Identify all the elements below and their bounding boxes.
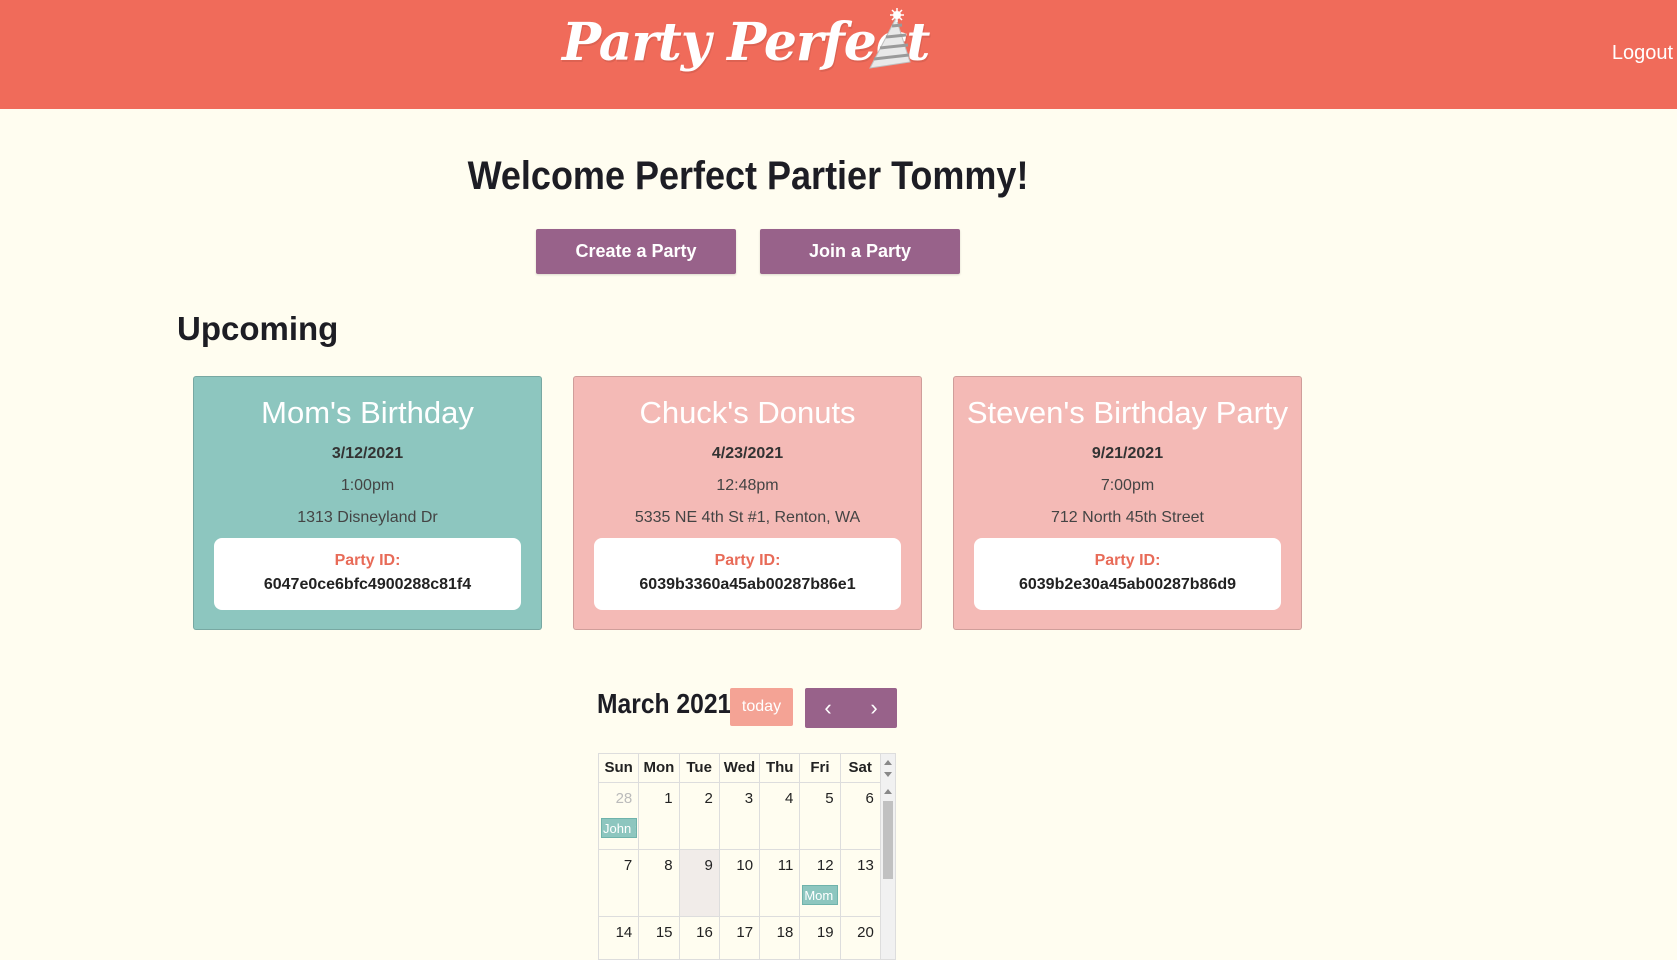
party-id-box: Party ID: 6047e0ce6bfc4900288c81f4 bbox=[214, 538, 521, 610]
chevron-right-icon: › bbox=[870, 695, 878, 720]
party-id-box: Party ID: 6039b3360a45ab00287b86e1 bbox=[594, 538, 901, 610]
party-id-value: 6039b2e30a45ab00287b86d9 bbox=[1018, 576, 1237, 593]
weekday-label: Sun bbox=[599, 754, 640, 782]
weekday-label: Sat bbox=[841, 754, 881, 782]
calendar-day[interactable]: 3 bbox=[720, 783, 761, 849]
calendar-day[interactable]: 8 bbox=[639, 850, 680, 916]
party-date: 4/23/2021 bbox=[711, 445, 784, 462]
scroll-down-icon[interactable] bbox=[884, 772, 892, 777]
logout-link[interactable]: Logout bbox=[1612, 42, 1673, 65]
calendar-title: March 2021 bbox=[597, 688, 732, 719]
calendar-event[interactable]: Mom bbox=[802, 885, 839, 905]
party-id-value: 6047e0ce6bfc4900288c81f4 bbox=[263, 576, 472, 593]
calendar-week: 14 15 16 17 18 19 20 bbox=[599, 917, 881, 959]
calendar-day[interactable]: 14 bbox=[599, 917, 640, 959]
party-location: 5335 NE 4th St #1, Renton, WA bbox=[634, 509, 861, 526]
calendar-day[interactable]: 11 bbox=[760, 850, 801, 916]
calendar-week: 28 John : 1 2 3 4 5 6 bbox=[599, 783, 881, 850]
calendar-day[interactable]: 28 John : bbox=[599, 783, 640, 849]
calendar-day[interactable]: 6 bbox=[841, 783, 881, 849]
prev-month-button[interactable]: ‹ bbox=[805, 688, 851, 728]
welcome-heading: Welcome Perfect Partier Tommy! bbox=[467, 154, 1029, 198]
calendar-day-today[interactable]: 9 bbox=[679, 850, 720, 916]
weekday-label: Fri bbox=[800, 754, 841, 782]
calendar-day[interactable]: 12 Mom bbox=[800, 850, 841, 916]
calendar-week: 7 8 9 10 11 12 Mom 13 bbox=[599, 850, 881, 917]
navbar: Party Perfect Logout bbox=[0, 0, 1677, 109]
party-location: 1313 Disneyland Dr bbox=[297, 509, 438, 526]
party-date: 3/12/2021 bbox=[331, 445, 404, 462]
calendar-day[interactable]: 17 bbox=[720, 917, 761, 959]
party-title: Steven's Birthday Party bbox=[966, 395, 1289, 430]
calendar-day[interactable]: 1 bbox=[639, 783, 680, 849]
weekday-label: Thu bbox=[760, 754, 801, 782]
calendar-scrollbar[interactable] bbox=[881, 754, 895, 959]
party-time: 12:48pm bbox=[716, 477, 779, 494]
calendar-day[interactable]: 10 bbox=[720, 850, 761, 916]
scroll-up-icon[interactable] bbox=[884, 760, 892, 765]
party-id-value: 6039b3360a45ab00287b86e1 bbox=[639, 576, 856, 593]
calendar-day[interactable]: 16 bbox=[680, 917, 720, 959]
create-party-button[interactable]: Create a Party bbox=[536, 229, 736, 274]
weekday-header: Sun Mon Tue Wed Thu Fri Sat bbox=[599, 754, 881, 783]
weekday-label: Mon bbox=[639, 754, 680, 782]
calendar-day[interactable]: 20 bbox=[841, 917, 881, 959]
party-title: Chuck's Donuts bbox=[639, 395, 856, 430]
calendar-day[interactable]: 18 bbox=[760, 917, 801, 959]
month-calendar: Sun Mon Tue Wed Thu Fri Sat 28 John : 1 … bbox=[598, 753, 896, 960]
party-card[interactable]: Chuck's Donuts 4/23/2021 12:48pm 5335 NE… bbox=[573, 376, 922, 630]
calendar-day[interactable]: 19 bbox=[800, 917, 841, 959]
calendar-day[interactable]: 5 bbox=[800, 783, 841, 849]
calendar-event[interactable]: John : bbox=[601, 818, 637, 838]
party-date: 9/21/2021 bbox=[1091, 445, 1164, 462]
calendar-day[interactable]: 4 bbox=[760, 783, 801, 849]
party-time: 1:00pm bbox=[340, 477, 395, 494]
party-id-label: Party ID: bbox=[1094, 552, 1161, 569]
chevron-left-icon: ‹ bbox=[824, 695, 832, 720]
calendar-day[interactable]: 7 bbox=[599, 850, 640, 916]
party-time: 7:00pm bbox=[1100, 477, 1155, 494]
party-id-box: Party ID: 6039b2e30a45ab00287b86d9 bbox=[974, 538, 1281, 610]
join-party-button[interactable]: Join a Party bbox=[760, 229, 960, 274]
party-card[interactable]: Mom's Birthday 3/12/2021 1:00pm 1313 Dis… bbox=[193, 376, 542, 630]
today-button[interactable]: today bbox=[730, 688, 793, 726]
calendar-day[interactable]: 13 bbox=[841, 850, 881, 916]
next-month-button[interactable]: › bbox=[851, 688, 897, 728]
calendar-day[interactable]: 15 bbox=[639, 917, 680, 959]
party-location: 712 North 45th Street bbox=[1051, 509, 1204, 526]
scroll-thumb[interactable] bbox=[883, 801, 893, 879]
party-hat-icon bbox=[869, 8, 911, 69]
party-title: Mom's Birthday bbox=[261, 395, 474, 430]
scroll-up-icon[interactable] bbox=[884, 789, 892, 794]
party-card[interactable]: Steven's Birthday Party 9/21/2021 7:00pm… bbox=[953, 376, 1302, 630]
party-id-label: Party ID: bbox=[334, 552, 401, 569]
upcoming-heading: Upcoming bbox=[177, 310, 339, 347]
party-id-label: Party ID: bbox=[714, 552, 781, 569]
weekday-label: Tue bbox=[680, 754, 720, 782]
calendar-day[interactable]: 2 bbox=[680, 783, 720, 849]
calendar-nav: ‹ › bbox=[805, 688, 897, 728]
weekday-label: Wed bbox=[720, 754, 761, 782]
